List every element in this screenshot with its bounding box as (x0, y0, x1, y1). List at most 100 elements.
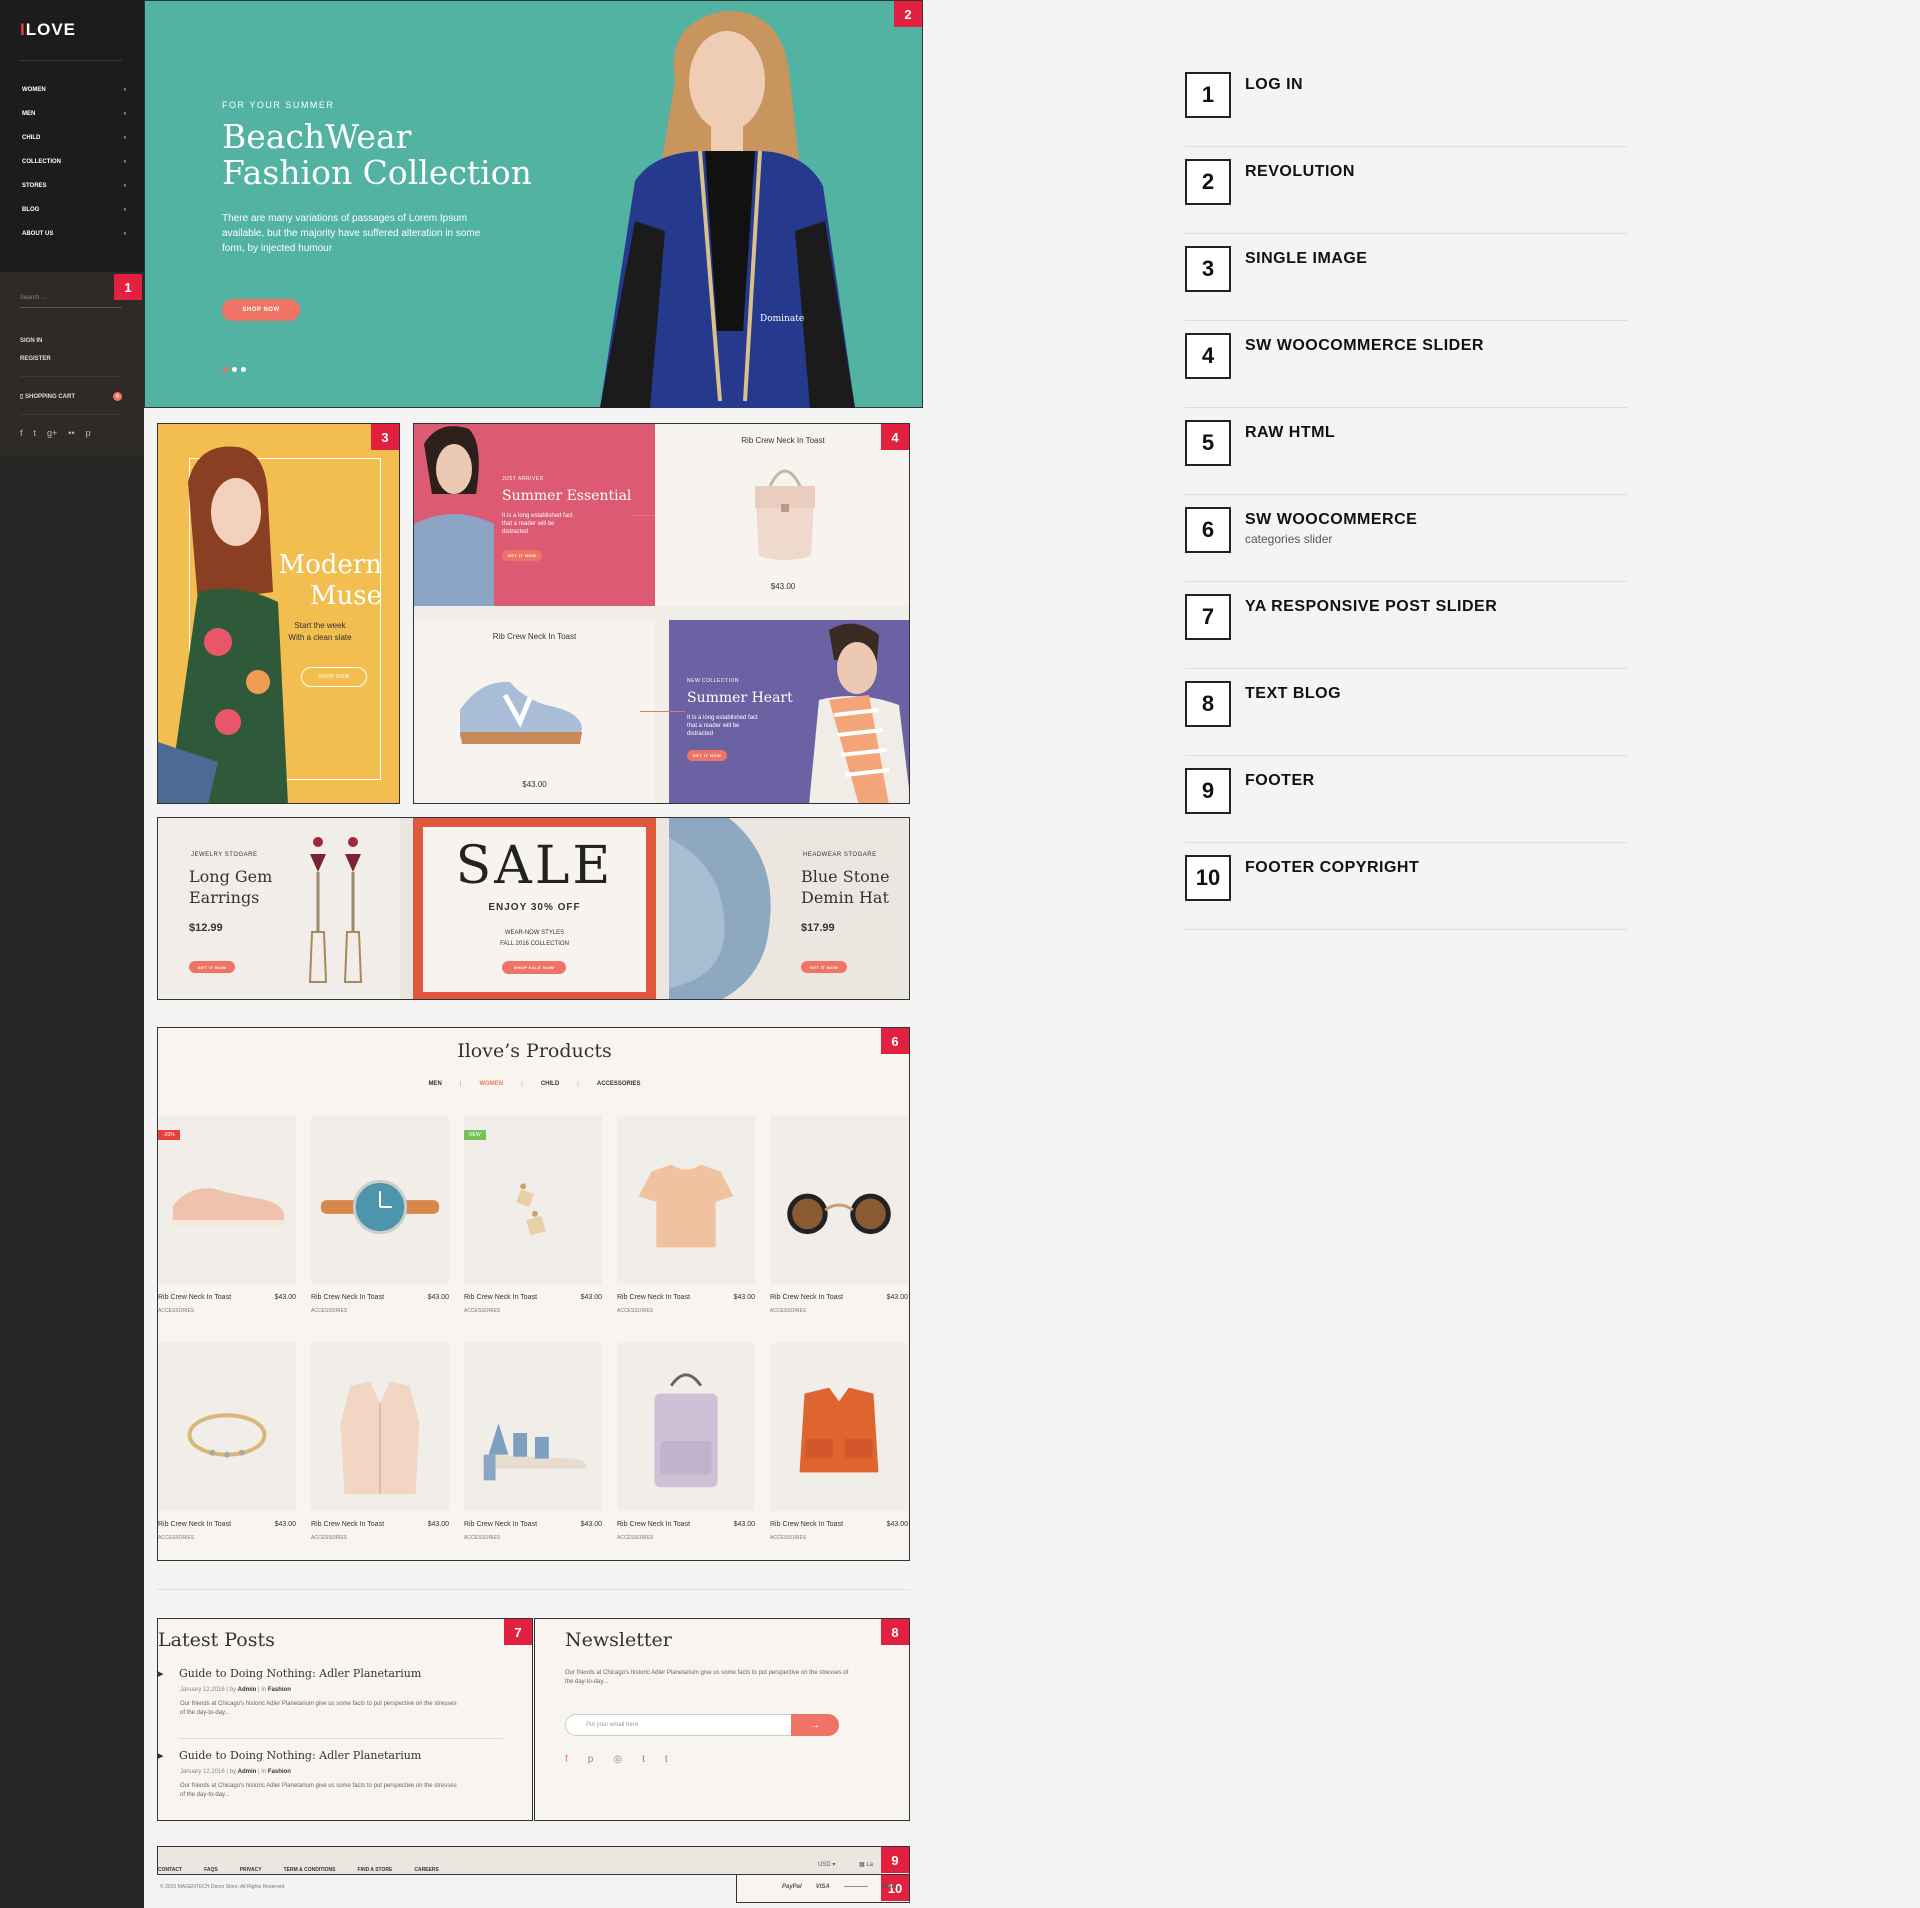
summer-essential-banner[interactable]: JUST ARRIVED Summer Essential It is a lo… (414, 424, 655, 606)
menu-item-stores[interactable]: STORES › (22, 174, 126, 198)
slider-dot-active[interactable] (223, 367, 228, 372)
earrings-promo[interactable]: JEWELRY STOGARE Long Gem Earrings $12.99 … (158, 818, 400, 999)
language-select[interactable]: ▦ La (859, 1861, 873, 1868)
product-card[interactable]: Rib Crew Neck In Toast $43.00 ACCESSORIES (311, 1116, 449, 1321)
product-title[interactable]: Rib Crew Neck In Toast $43.00 (311, 1521, 449, 1528)
instagram-icon[interactable]: ◎ (613, 1754, 622, 1765)
tab-women[interactable]: WOMEN (479, 1081, 503, 1087)
product-title[interactable]: Rib Crew Neck In Toast $43.00 (617, 1294, 755, 1301)
flickr-icon[interactable]: •• (68, 428, 74, 438)
product-price: $43.00 (522, 780, 547, 789)
product-card[interactable]: Rib Crew Neck In Toast $43.00 ACCESSORIES (617, 1116, 755, 1321)
legend-number: 7 (1185, 594, 1231, 640)
shop-sale-button[interactable]: SHOP SALE NOW (502, 961, 566, 974)
product-category: ACCESSORIES (158, 1308, 195, 1314)
product-card[interactable]: Rib Crew Neck In Toast $43.00 ACCESSORIES (617, 1343, 755, 1548)
muse-shop-now-button[interactable]: SHOP NOW (301, 667, 367, 687)
hat-promo[interactable]: HEADWEAR STOGARE Blue Stone Demin Hat $17… (669, 818, 909, 999)
tab-child[interactable]: CHILD (541, 1081, 559, 1087)
footer-link-contact[interactable]: CONTACT (158, 1867, 182, 1873)
menu-item-collection[interactable]: COLLECTION › (22, 150, 126, 174)
footer-link-faqs[interactable]: FAQS (204, 1867, 218, 1873)
earrings-get-it-button[interactable]: GET IT NOW (189, 961, 235, 973)
product-title[interactable]: Rib Crew Neck In Toast $43.00 (617, 1521, 755, 1528)
product-image[interactable] (464, 1116, 602, 1284)
twitter-icon[interactable]: t (642, 1754, 645, 1765)
pinterest-icon[interactable]: p (588, 1754, 594, 1765)
tab-accessories[interactable]: ACCESSORIES (597, 1081, 641, 1087)
section-tag-8: 8 (881, 1619, 909, 1645)
menu-item-child[interactable]: CHILD › (22, 126, 126, 150)
menu-item-men[interactable]: MEN › (22, 102, 126, 126)
product-category: ACCESSORIES (617, 1308, 654, 1314)
summer-heart-banner[interactable]: NEW COLLECTION Summer Heart It is a long… (669, 620, 909, 803)
product-image[interactable] (617, 1116, 755, 1284)
footer-link-find-store[interactable]: FIND A STORE (358, 1867, 393, 1873)
hero-description: There are many variations of passages of… (222, 213, 481, 254)
newsletter-submit-button[interactable]: → (791, 1714, 839, 1736)
product-title[interactable]: Rib Crew Neck In Toast $43.00 (311, 1294, 449, 1301)
search-icon[interactable]: ⌕ (119, 294, 122, 301)
essential-get-it-button[interactable]: GET IT NOW (502, 550, 542, 561)
twitter-icon[interactable]: t (34, 428, 37, 438)
menu-item-about-us[interactable]: ABOUT US › (22, 222, 126, 246)
product-title[interactable]: Rib Crew Neck In Toast $43.00 (158, 1521, 296, 1528)
shopping-cart-link[interactable]: ▯ SHOPPING CART 0 (20, 392, 122, 401)
product-title[interactable]: Rib Crew Neck In Toast $43.00 (770, 1294, 908, 1301)
divider (20, 414, 122, 415)
hat-get-it-button[interactable]: GET IT NOW (801, 961, 847, 973)
facebook-icon[interactable]: f (20, 428, 23, 438)
product-image[interactable] (464, 1343, 602, 1511)
product-card[interactable]: Rib Crew Neck In Toast $43.00 ACCESSORIES (770, 1343, 908, 1548)
product-card[interactable]: Rib Crew Neck In Toast $43.00 ACCESSORIES (770, 1116, 908, 1321)
hero-shop-now-button[interactable]: SHOP NOW (222, 299, 300, 321)
menu-item-blog[interactable]: BLOG › (22, 198, 126, 222)
footer-link-privacy[interactable]: PRIVACY (240, 1867, 262, 1873)
product-title[interactable]: Rib Crew Neck In Toast $43.00 (464, 1521, 602, 1528)
earring-image (516, 1183, 546, 1236)
post-item[interactable]: ▸ Guide to Doing Nothing: Adler Planetari… (158, 1667, 503, 1718)
currency-select[interactable]: USD ▾ (818, 1861, 835, 1868)
product-image[interactable] (158, 1116, 296, 1284)
product-title[interactable]: Rib Crew Neck In Toast $43.00 (158, 1294, 296, 1301)
heart-description: It is a long established fact that a rea… (687, 715, 758, 737)
product-image[interactable] (311, 1343, 449, 1511)
product-image[interactable] (158, 1343, 296, 1511)
register-link[interactable]: REGISTER (20, 356, 51, 362)
legend-item: 1 LOG IN (1185, 60, 1627, 147)
product-card[interactable]: Rib Crew Neck In Toast $43.00 ACCESSORIES (158, 1343, 296, 1548)
facebook-icon[interactable]: f (565, 1754, 568, 1765)
product-card[interactable]: Rib Crew Neck In Toast $43.00 ACCESSORIES (464, 1343, 602, 1548)
product-card[interactable]: -20% Rib Crew Neck In Toast $43.00 ACCESSOR… (158, 1116, 296, 1321)
google-plus-icon[interactable]: g+ (47, 428, 57, 438)
product-card[interactable]: NEW Rib Crew Neck In Toast $43.00 ACCESSORI… (464, 1116, 602, 1321)
product-card-sneaker[interactable]: Rib Crew Neck In Toast $43.00 (414, 620, 655, 803)
product-title[interactable]: Rib Crew Neck In Toast $43.00 (464, 1294, 602, 1301)
footer-link-terms[interactable]: TERM & CONDITIONS (284, 1867, 336, 1873)
product-title[interactable]: Rib Crew Neck In Toast $43.00 (770, 1521, 908, 1528)
sign-in-link[interactable]: SIGN IN (20, 338, 42, 344)
post-item[interactable]: ▸ Guide to Doing Nothing: Adler Planetari… (158, 1749, 503, 1800)
slider-dot[interactable] (232, 367, 237, 372)
product-card[interactable]: Rib Crew Neck In Toast $43.00 ACCESSORIES (311, 1343, 449, 1548)
raw-html-promos: 5 JEWELRY STOGARE Long GemEarrings $12.9… (157, 817, 910, 1000)
post-title[interactable]: ▸ Guide to Doing Nothing: Adler Planetari… (158, 1749, 503, 1762)
tab-men[interactable]: MEN (428, 1081, 441, 1087)
slider-dot[interactable] (241, 367, 246, 372)
logo[interactable]: ILOVE (20, 20, 76, 40)
search-input[interactable]: Search ... ⌕ (20, 288, 122, 308)
post-title[interactable]: ▸ Guide to Doing Nothing: Adler Planetari… (158, 1667, 503, 1680)
product-image[interactable] (617, 1343, 755, 1511)
footer-link-careers[interactable]: CAREERS (414, 1867, 438, 1873)
heart-get-it-button[interactable]: GET IT NOW (687, 750, 727, 761)
single-image-banner[interactable]: 3 Modern Muse Start the week With a clean … (157, 423, 400, 804)
legend-title: SW WOOCOMMERCE SLIDER (1245, 337, 1484, 354)
tumblr-icon[interactable]: t (665, 1754, 668, 1765)
product-image[interactable] (770, 1116, 908, 1284)
product-image[interactable] (770, 1343, 908, 1511)
product-image[interactable] (311, 1116, 449, 1284)
pinterest-icon[interactable]: p (86, 428, 91, 438)
menu-item-women[interactable]: WOMEN › (22, 78, 126, 102)
sale-promo[interactable]: SALE ENJOY 30% OFF WEAR-NOW STYLES FALL 2… (413, 818, 656, 999)
product-card-bag[interactable]: Rib Crew Neck In Toast $43.00 (655, 424, 909, 606)
